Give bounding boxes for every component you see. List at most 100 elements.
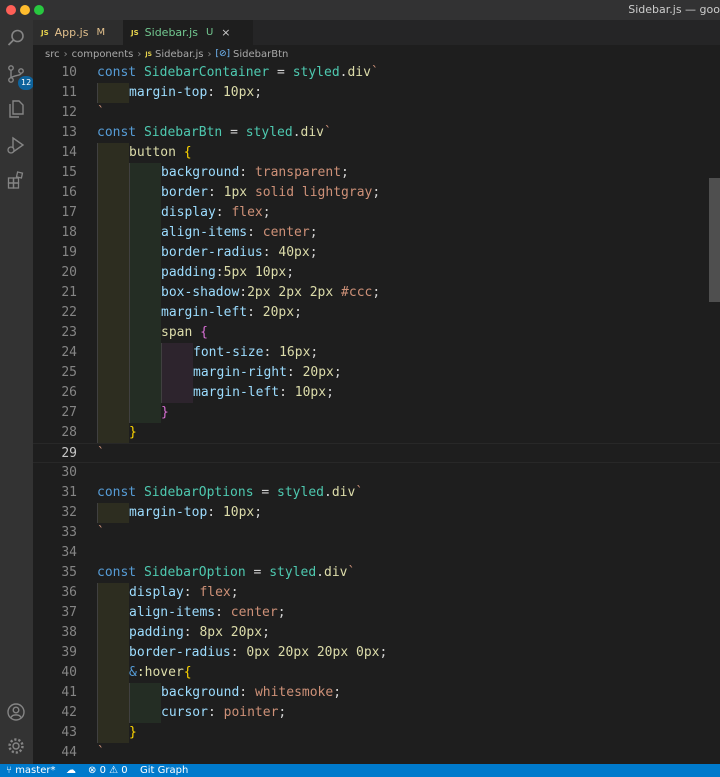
line-number: 22 [61, 305, 77, 320]
breadcrumb-item-components[interactable]: components [72, 49, 134, 60]
code-token: ; [341, 165, 349, 180]
code-line[interactable]: 14 button { [33, 143, 720, 163]
code-token: ; [262, 625, 270, 640]
line-number: 34 [61, 545, 77, 560]
code-line[interactable]: 27} [33, 403, 720, 423]
code-token: ; [254, 85, 263, 100]
close-window-button[interactable] [6, 5, 16, 15]
line-code: margin-right: 20px; [97, 363, 342, 383]
code-line[interactable]: 20 padding:5px 10px; [33, 263, 720, 283]
code-token: 5px [223, 265, 248, 280]
editor-scrollbar[interactable] [709, 178, 720, 302]
code-line[interactable]: 30 [33, 463, 720, 483]
code-line[interactable]: 11 margin-top: 10px; [33, 83, 720, 103]
js-file-icon: JS [145, 50, 152, 58]
code-editor[interactable]: 10 const SidebarContainer = styled.div` 11… [33, 63, 720, 764]
breadcrumb-item-src[interactable]: src [45, 49, 60, 60]
code-token: button [129, 145, 176, 160]
code-token: flex [199, 585, 231, 600]
sync-icon[interactable]: ☁ [66, 764, 76, 777]
line-number: 12 [61, 105, 77, 120]
code-line[interactable]: 35 const SidebarOption = styled.div` [33, 563, 720, 583]
code-line[interactable]: 39 border-radius: 0px 20px 20px 0px; [33, 643, 720, 663]
search-icon[interactable] [4, 26, 28, 50]
code-token: ` [97, 446, 105, 461]
problems-status[interactable]: ⊗ 0 ⚠ 0 [88, 764, 128, 777]
code-line[interactable]: 16 border: 1px solid lightgray; [33, 183, 720, 203]
code-line[interactable]: 37 align-items: center; [33, 603, 720, 623]
code-line[interactable]: 33 ` [33, 523, 720, 543]
indent-guide [97, 663, 129, 683]
line-code: ` [97, 103, 105, 123]
code-line[interactable]: 19 border-radius: 40px; [33, 243, 720, 263]
explorer-icon[interactable] [4, 97, 28, 121]
indent-guide [161, 363, 193, 383]
code-token: transparent [254, 165, 342, 180]
tab-app-js[interactable]: JS App.js M [33, 20, 123, 45]
code-line[interactable]: 32 margin-top: 10px; [33, 503, 720, 523]
code-line[interactable]: 43} [33, 723, 720, 743]
breadcrumb-item-file[interactable]: Sidebar.js [155, 49, 203, 60]
account-icon[interactable] [4, 700, 28, 724]
line-number: 37 [61, 605, 77, 620]
code-token: & [129, 665, 137, 680]
git-branch-icon: ⑂ [6, 765, 12, 776]
code-line[interactable]: 31 const SidebarOptions = styled.div` [33, 483, 720, 503]
code-line[interactable]: 17 display: flex; [33, 203, 720, 223]
git-graph-status[interactable]: Git Graph [140, 764, 188, 777]
maximize-window-button[interactable] [34, 5, 44, 15]
code-line[interactable]: 29 ` [33, 443, 720, 463]
code-line[interactable]: 36 display: flex; [33, 583, 720, 603]
code-line[interactable]: 42 cursor: pointer; [33, 703, 720, 723]
warning-count: 0 [121, 765, 128, 776]
run-debug-icon[interactable] [4, 133, 28, 157]
code-line[interactable]: 23 span { [33, 323, 720, 343]
settings-gear-icon[interactable] [4, 734, 28, 758]
code-line[interactable]: 24 font-size: 16px; [33, 343, 720, 363]
code-token: { [183, 145, 192, 160]
line-number: 44 [61, 745, 77, 760]
line-number: 27 [61, 405, 77, 420]
code-token: ; [278, 705, 287, 720]
tab-sidebar-js[interactable]: JS Sidebar.js U × [123, 20, 253, 45]
code-line[interactable]: 26 margin-left: 10px; [33, 383, 720, 403]
code-token: = [253, 485, 278, 500]
code-line[interactable]: 21 box-shadow:2px 2px 2px #ccc; [33, 283, 720, 303]
js-file-icon: JS [41, 28, 49, 37]
code-token: span [161, 325, 193, 340]
code-line[interactable]: 10 const SidebarContainer = styled.div` [33, 63, 720, 83]
line-number: 36 [61, 585, 77, 600]
line-number: 28 [61, 425, 77, 440]
close-tab-icon[interactable]: × [221, 26, 230, 39]
code-token: : [183, 625, 200, 640]
code-token: background [161, 685, 240, 700]
extensions-icon[interactable] [4, 168, 28, 192]
indent-guide [129, 303, 161, 323]
code-line[interactable]: 28} [33, 423, 720, 443]
indent-guide [97, 583, 129, 603]
code-line[interactable]: 40 &:hover{ [33, 663, 720, 683]
minimize-window-button[interactable] [20, 5, 30, 15]
indent-guide [97, 303, 129, 323]
code-line[interactable]: 15 background: transparent; [33, 163, 720, 183]
tab-status: U [205, 27, 214, 38]
code-line[interactable]: 38 padding: 8px 20px; [33, 623, 720, 643]
code-line[interactable]: 12 ` [33, 103, 720, 123]
indent-guide [97, 603, 129, 623]
code-line[interactable]: 34 [33, 543, 720, 563]
code-line[interactable]: 22 margin-left: 20px; [33, 303, 720, 323]
code-line[interactable]: 25 margin-right: 20px; [33, 363, 720, 383]
code-line[interactable]: 44 ` [33, 743, 720, 763]
code-line[interactable]: 13 const SidebarBtn = styled.div` [33, 123, 720, 143]
source-control-icon[interactable]: 12 [4, 62, 35, 90]
code-token: const [97, 565, 144, 580]
branch-name: master* [15, 765, 56, 776]
code-line[interactable]: 18 align-items: center; [33, 223, 720, 243]
code-line[interactable]: 41 background: whitesmoke; [33, 683, 720, 703]
branch-status[interactable]: ⑂ master* [6, 764, 55, 777]
breadcrumb-item-symbol[interactable]: SidebarBtn [233, 49, 288, 60]
code-token: margin-top [129, 85, 208, 100]
indent-guide [97, 623, 129, 643]
